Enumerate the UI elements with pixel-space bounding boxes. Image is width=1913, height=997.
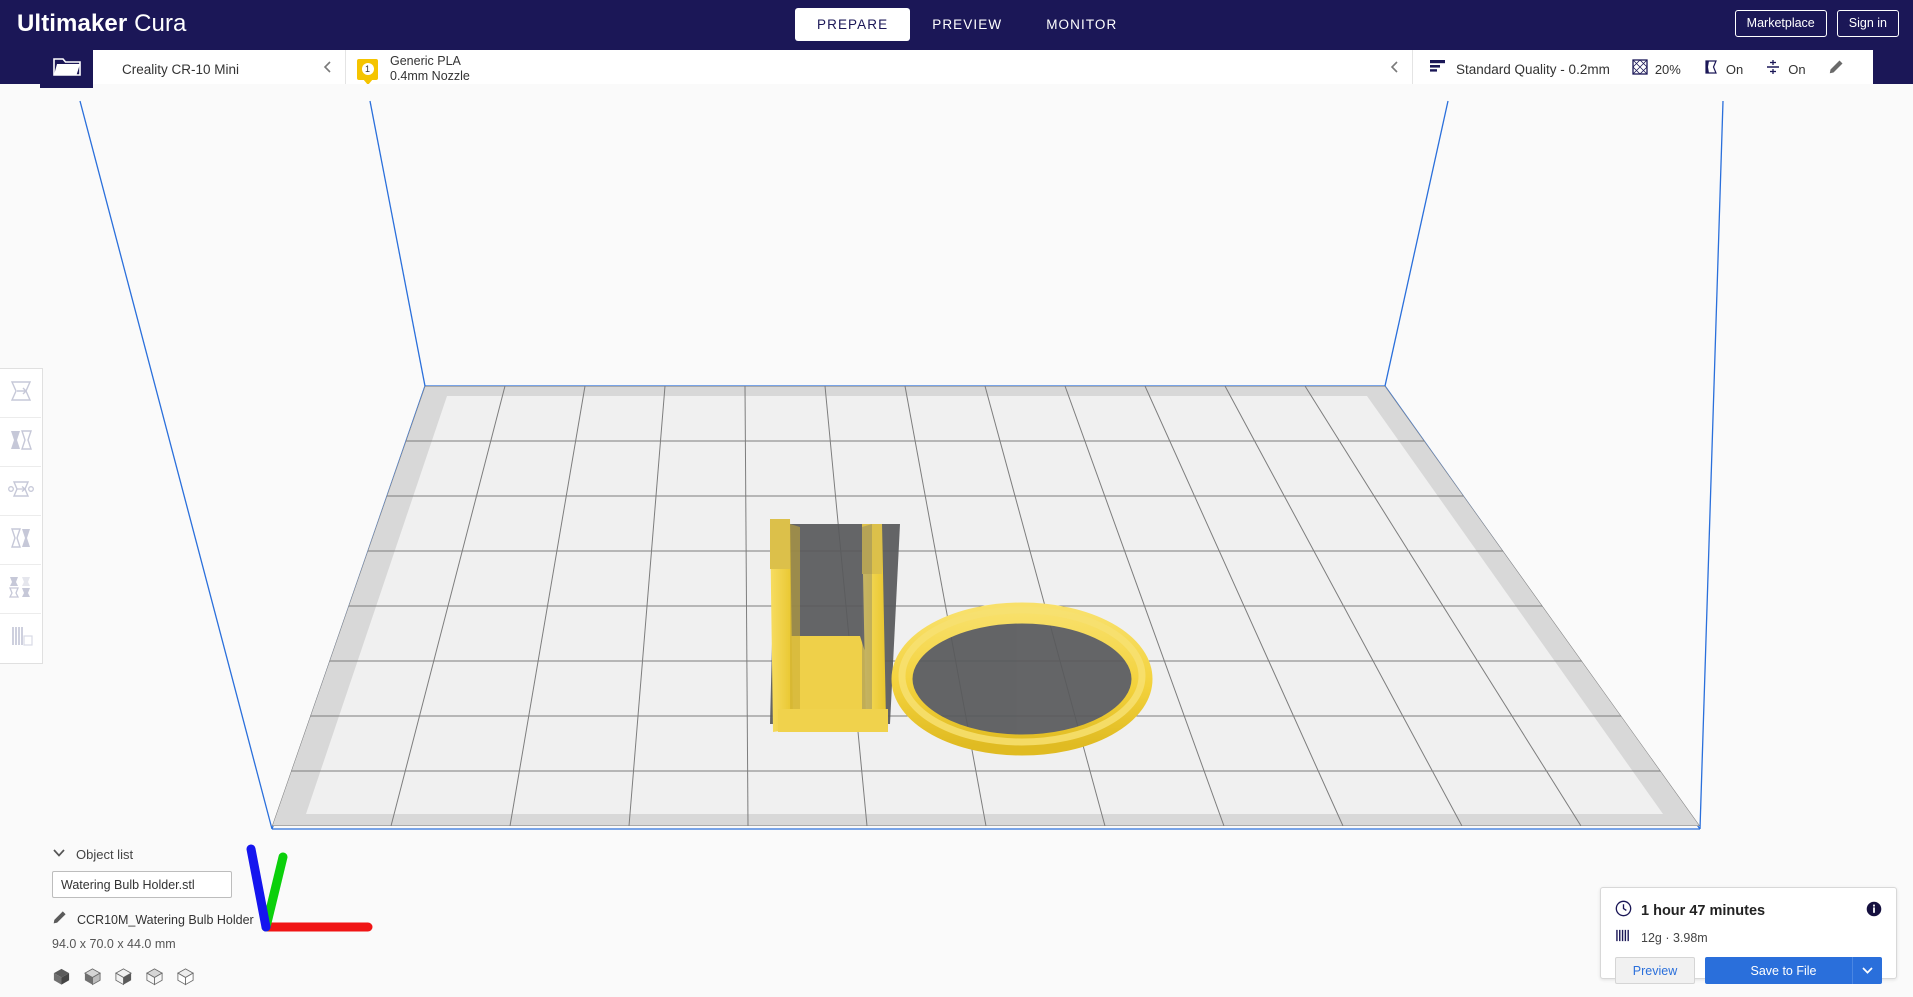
app-brand: Ultimaker Cura: [17, 10, 187, 38]
support-blocker-tool[interactable]: [0, 614, 41, 663]
view-right-icon[interactable]: [176, 967, 195, 991]
infill-value: 20%: [1654, 61, 1681, 77]
object-dimensions: 94.0 x 70.0 x 44.0 mm: [52, 937, 176, 951]
nozzle-size: 0.4mm Nozzle: [390, 69, 470, 83]
save-to-file-button[interactable]: Save to File: [1705, 957, 1862, 984]
left-tool-panel: [0, 368, 43, 664]
extruder-number: 1: [361, 63, 374, 75]
folder-open-icon: [52, 56, 81, 78]
quality-profile-label: Standard Quality - 0.2mm: [1456, 61, 1610, 77]
view-left-icon[interactable]: [145, 967, 164, 991]
scale-icon: [8, 428, 34, 457]
support-icon: [1703, 59, 1719, 80]
preview-button[interactable]: Preview: [1615, 957, 1695, 984]
material-selector[interactable]: 1 Generic PLA 0.4mm Nozzle: [346, 50, 1413, 88]
object-filename-field[interactable]: Watering Bulb Holder.stl: [52, 871, 232, 898]
infill-icon: [1632, 58, 1648, 80]
support-blocker-icon: [8, 624, 34, 653]
material-name: Generic PLA: [390, 54, 461, 69]
printer-selector[interactable]: Creality CR-10 Mini: [93, 50, 346, 88]
object-name-row[interactable]: CCR10M_Watering Bulb Holder: [52, 910, 302, 930]
pencil-icon[interactable]: [1828, 59, 1844, 80]
tab-prepare[interactable]: PREPARE: [795, 8, 911, 41]
brand-bold: Ultimaker: [17, 10, 128, 37]
print-settings-selector[interactable]: Standard Quality - 0.2mm 20% On On: [1413, 50, 1873, 88]
support-value: On: [1725, 61, 1744, 77]
mirror-tool[interactable]: [0, 516, 41, 565]
print-actions-row: Preview Save to File: [1615, 957, 1882, 984]
per-model-settings-tool[interactable]: [0, 565, 41, 614]
tab-preview[interactable]: PREVIEW: [910, 8, 1024, 41]
extruder-badge: 1: [357, 58, 378, 80]
chevron-down-icon: [1861, 963, 1874, 978]
object-filename-value: Watering Bulb Holder.stl: [61, 877, 195, 892]
object-list-header[interactable]: Object list: [52, 845, 302, 863]
open-file-button[interactable]: [40, 45, 93, 88]
scale-tool[interactable]: [0, 418, 41, 467]
printer-name: Creality CR-10 Mini: [122, 61, 240, 77]
object-list-panel: Object list Watering Bulb Holder.stl CCR…: [52, 845, 302, 991]
adhesion-setting[interactable]: On: [1765, 59, 1806, 80]
top-right-actions: Marketplace Sign in: [1734, 10, 1899, 37]
infill-setting[interactable]: 20%: [1632, 58, 1681, 80]
support-setting[interactable]: On: [1703, 59, 1743, 80]
material-usage-value: 12g · 3.98m: [1641, 931, 1708, 945]
save-button-group: Save to File: [1705, 957, 1882, 984]
sign-in-button[interactable]: Sign in: [1836, 10, 1899, 37]
rotate-tool[interactable]: [0, 467, 41, 516]
object-list-title: Object list: [76, 846, 134, 862]
tab-monitor[interactable]: MONITOR: [1024, 8, 1139, 41]
chevron-left-icon: [322, 60, 333, 79]
layer-height-icon: [1429, 59, 1446, 79]
adhesion-icon: [1765, 59, 1781, 80]
chevron-down-icon: [52, 845, 66, 863]
material-info: Generic PLA 0.4mm Nozzle: [390, 54, 470, 84]
object-name-value: CCR10M_Watering Bulb Holder: [77, 913, 254, 927]
info-icon[interactable]: [1866, 901, 1882, 922]
view-3d-icon[interactable]: [52, 967, 71, 991]
chevron-left-icon: [1389, 60, 1400, 79]
main-tabs: PREPARE PREVIEW MONITOR: [795, 8, 1139, 41]
print-time-row: 1 hour 47 minutes: [1615, 900, 1882, 922]
filament-icon: [1615, 928, 1632, 948]
marketplace-button[interactable]: Marketplace: [1734, 10, 1827, 37]
save-dropdown-button[interactable]: [1852, 957, 1882, 984]
move-tool[interactable]: [0, 369, 41, 418]
camera-view-buttons: [52, 967, 302, 991]
pencil-icon[interactable]: [52, 910, 67, 930]
view-top-icon[interactable]: [114, 967, 133, 991]
print-info-panel: 1 hour 47 minutes 12g · 3.98m Preview Sa…: [1600, 887, 1897, 984]
per-model-settings-icon: [8, 575, 34, 604]
view-front-icon[interactable]: [83, 967, 102, 991]
brand-light: Cura: [134, 10, 187, 37]
clock-icon: [1615, 900, 1632, 922]
move-icon: [8, 379, 34, 408]
adhesion-value: On: [1788, 61, 1806, 77]
print-time-value: 1 hour 47 minutes: [1641, 903, 1766, 919]
mirror-icon: [8, 526, 34, 555]
material-usage-row: 12g · 3.98m: [1615, 928, 1882, 948]
rotate-icon: [7, 477, 34, 506]
title-bar: Ultimaker Cura PREPARE PREVIEW MONITOR M…: [0, 0, 1913, 48]
